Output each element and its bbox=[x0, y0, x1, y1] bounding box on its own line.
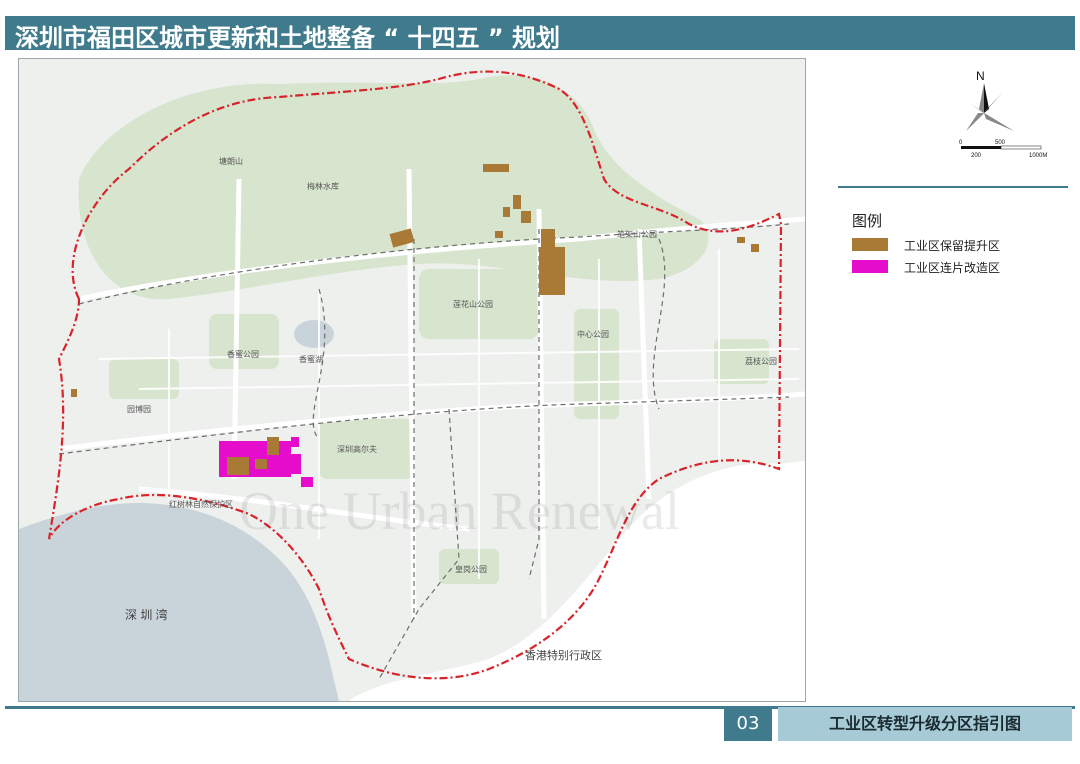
label-bijiashan: 笔架山公园 bbox=[617, 229, 657, 239]
retain-zone bbox=[71, 389, 77, 397]
retain-zone bbox=[483, 164, 509, 172]
compass-rose-icon: N 0 200 500 1000M bbox=[959, 69, 1047, 159]
renovation-block bbox=[291, 437, 299, 447]
scale-label-200: 200 bbox=[971, 153, 982, 159]
xiangmi-park bbox=[209, 314, 279, 369]
label-reserve: 红树林自然保护区 bbox=[169, 499, 233, 509]
scale-label-1000: 1000M bbox=[1029, 153, 1047, 159]
retain-zone bbox=[227, 457, 249, 475]
label-shenzhen-bay: 深 圳 湾 bbox=[125, 607, 168, 622]
page-number: 03 bbox=[724, 707, 772, 741]
district-map: One Urban Renewal 塘朗山 梅林水库 笔架山公园 莲花山公园 中… bbox=[19, 59, 805, 701]
figure-caption: 工业区转型升级分区指引图 bbox=[778, 707, 1072, 741]
legend-swatch-renovation bbox=[852, 260, 888, 273]
label-expo: 园博园 bbox=[127, 404, 151, 414]
label-xiangmi-park: 香蜜公园 bbox=[227, 349, 259, 359]
label-mountain: 塘朗山 bbox=[219, 156, 243, 166]
label-hong-kong: 香港特别行政区 bbox=[525, 648, 602, 662]
retain-zone bbox=[513, 195, 521, 209]
page-title: 深圳市福田区城市更新和土地整备 “ 十四五 ” 规划 bbox=[15, 24, 560, 52]
map-side-panel: N 0 200 500 1000M 图例 工业区保留提升区 工业区连片改造区 bbox=[806, 58, 1068, 700]
scale-bar: 0 200 500 1000M bbox=[959, 140, 1047, 159]
retain-zone bbox=[267, 437, 279, 455]
retain-zone bbox=[503, 207, 510, 217]
retain-zone bbox=[255, 459, 267, 469]
label-lianhuashan: 莲花山公园 bbox=[453, 299, 493, 309]
retain-zone bbox=[751, 244, 759, 252]
renovation-block bbox=[291, 454, 301, 474]
retain-zone bbox=[541, 229, 555, 247]
retain-zone bbox=[539, 247, 565, 295]
legend-label-renovation: 工业区连片改造区 bbox=[904, 261, 1001, 275]
label-central-park: 中心公园 bbox=[577, 329, 609, 339]
watermark-text: One Urban Renewal bbox=[239, 481, 680, 541]
map-frame[interactable]: One Urban Renewal 塘朗山 梅林水库 笔架山公园 莲花山公园 中… bbox=[18, 58, 806, 702]
label-reservoir: 梅林水库 bbox=[307, 181, 339, 191]
north-label: N bbox=[976, 69, 985, 83]
title-bar: 深圳市福田区城市更新和土地整备 “ 十四五 ” 规划 bbox=[5, 16, 1075, 52]
retain-zone bbox=[521, 211, 531, 223]
legend-swatch-retain bbox=[852, 238, 888, 251]
retain-zone bbox=[495, 231, 503, 238]
scale-label-500: 500 bbox=[995, 140, 1006, 146]
scale-label-0: 0 bbox=[959, 140, 963, 146]
legend-title: 图例 bbox=[852, 212, 883, 230]
compass-star-icon bbox=[966, 83, 1014, 131]
label-huanggang: 皇岗公园 bbox=[455, 564, 487, 574]
label-xiangmi-lake: 香蜜湖 bbox=[299, 354, 323, 364]
label-golf: 深圳高尔夫 bbox=[337, 444, 377, 454]
label-lizhi: 荔枝公园 bbox=[745, 356, 777, 366]
legend-label-retain: 工业区保留提升区 bbox=[904, 239, 1001, 253]
panel-divider bbox=[838, 186, 1068, 188]
retain-zone bbox=[737, 237, 745, 243]
xiangmi-lake bbox=[294, 320, 334, 348]
